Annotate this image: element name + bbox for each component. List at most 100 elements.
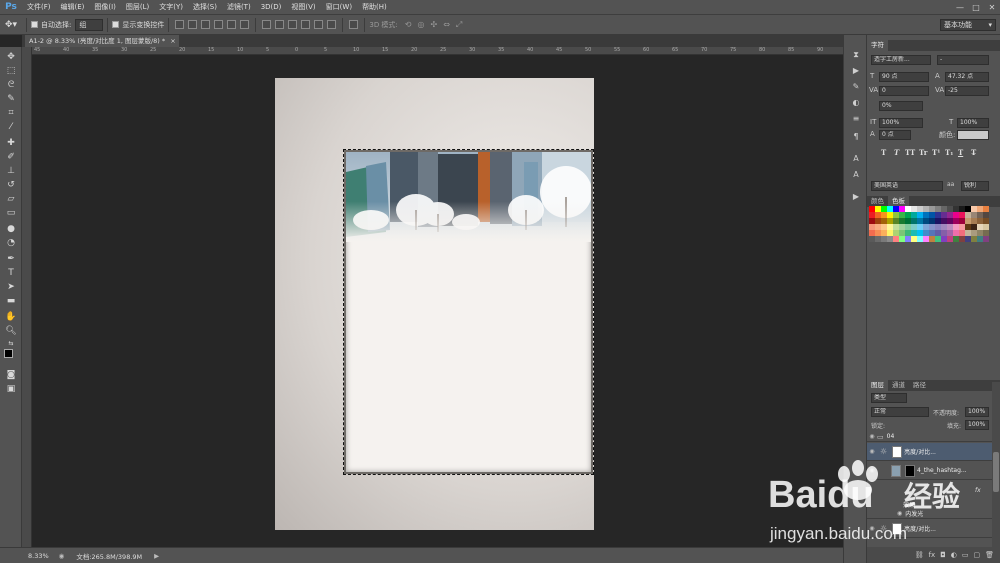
menu-window[interactable]: 窗口(W)	[321, 0, 357, 15]
healing-brush-tool-icon[interactable]: ✚	[4, 137, 18, 149]
scrollbar-thumb[interactable]	[993, 452, 999, 492]
layer-filter-select[interactable]: 类型	[871, 393, 907, 403]
document-tab[interactable]: A1-2 @ 8.33% (亮度/对比度 1, 图层蒙版/8) * ×	[25, 35, 179, 47]
tab-paths[interactable]: 路径	[909, 380, 930, 391]
effect-row[interactable]: ◉ 内发光	[867, 509, 992, 519]
foreground-color-swatch[interactable]	[4, 349, 13, 358]
3d-rotate-icon[interactable]: ⟲	[405, 20, 412, 29]
status-info-icon[interactable]: ◉	[59, 552, 65, 560]
distribute-right-button[interactable]	[327, 20, 337, 29]
3d-roll-icon[interactable]: ◎	[418, 20, 425, 29]
adjustments-panel-icon[interactable]: ◐	[850, 97, 862, 108]
quick-select-tool-icon[interactable]: ✎	[4, 93, 18, 105]
timeline-panel-icon[interactable]: ▶	[850, 191, 862, 202]
align-bottom-button[interactable]	[201, 20, 211, 29]
close-icon[interactable]: ×	[170, 37, 175, 45]
layer-row[interactable]: ◉ 4_the_hashtag...	[867, 462, 992, 480]
menu-3d[interactable]: 3D(D)	[256, 0, 287, 15]
eyedropper-tool-icon[interactable]: ⁄	[4, 121, 18, 133]
add-style-icon[interactable]: fx	[929, 551, 936, 559]
layers-scrollbar[interactable]	[992, 382, 1000, 547]
maximize-button[interactable]: □	[968, 0, 984, 15]
workspace-dropdown[interactable]: 基本功能 ▾	[940, 18, 996, 31]
move-tool-icon[interactable]: ✥	[4, 51, 18, 63]
color-swatch[interactable]	[983, 236, 989, 242]
properties-panel-icon[interactable]: ≡	[850, 113, 862, 124]
brush-tool-icon[interactable]: ✐	[4, 151, 18, 163]
superscript-button[interactable]: T¹	[932, 148, 940, 157]
vertical-scale-field[interactable]: 100%	[879, 118, 923, 128]
menu-help[interactable]: 帮助(H)	[357, 0, 392, 15]
zoom-level[interactable]: 8.33%	[28, 552, 49, 560]
menu-view[interactable]: 视图(V)	[286, 0, 320, 15]
tsume-field[interactable]: 0%	[879, 101, 923, 111]
menu-file[interactable]: 文件(F)	[22, 0, 56, 15]
new-group-icon[interactable]: ▭	[962, 551, 969, 559]
align-top-button[interactable]	[175, 20, 185, 29]
tracking-field[interactable]: -25	[945, 86, 989, 96]
faux-italic-button[interactable]: T	[894, 148, 899, 157]
align-vcenter-button[interactable]	[188, 20, 198, 29]
history-panel-icon[interactable]: ⧗	[850, 49, 862, 60]
history-brush-tool-icon[interactable]: ↺	[4, 179, 18, 191]
visibility-eye-icon[interactable]: ◉	[867, 467, 877, 474]
shape-tool-icon[interactable]: ▬	[4, 295, 18, 307]
subscript-button[interactable]: T₁	[945, 148, 953, 157]
leading-field[interactable]: 47.32 点	[945, 72, 989, 82]
new-layer-icon[interactable]: ▢	[973, 551, 980, 559]
font-size-field[interactable]: 90 点	[879, 72, 929, 82]
pen-tool-icon[interactable]: ✒	[4, 253, 18, 265]
tab-character[interactable]: 字符	[867, 40, 888, 51]
align-left-button[interactable]	[214, 20, 224, 29]
eye-icon[interactable]: ◉	[897, 510, 902, 517]
text-color-swatch[interactable]	[957, 130, 989, 140]
tool-presets-icon[interactable]: ✎	[850, 81, 862, 92]
fx-badge[interactable]: fx	[975, 487, 981, 494]
blend-mode-select[interactable]: 正常	[871, 407, 929, 417]
3d-scale-icon[interactable]: ⤢	[456, 20, 462, 30]
canvas-area[interactable]	[32, 56, 843, 547]
minimize-button[interactable]: —	[952, 0, 968, 15]
crop-tool-icon[interactable]: ⌗	[4, 107, 18, 119]
3d-pan-icon[interactable]: ✣	[430, 20, 437, 29]
quick-mask-icon[interactable]: ◙	[4, 369, 18, 381]
visibility-eye-icon[interactable]: ◉	[867, 525, 877, 532]
gradient-tool-icon[interactable]: ▭	[4, 207, 18, 219]
status-menu-arrow-icon[interactable]: ▶	[154, 552, 159, 560]
auto-select-checkbox[interactable]	[31, 21, 38, 28]
zoom-tool-icon[interactable]: 🔍︎	[4, 325, 18, 337]
tab-layers[interactable]: 图层	[867, 380, 888, 391]
link-layers-icon[interactable]: ⛓	[915, 551, 924, 559]
baseline-shift-field[interactable]: 0 点	[879, 130, 911, 140]
dodge-tool-icon[interactable]: ◔	[4, 237, 18, 249]
font-style-select[interactable]: -	[937, 55, 989, 65]
path-select-tool-icon[interactable]: ➤	[4, 281, 18, 293]
align-right-button[interactable]	[240, 20, 250, 29]
faux-bold-button[interactable]: T	[881, 148, 886, 157]
close-window-button[interactable]: ✕	[984, 0, 1000, 15]
actions-panel-icon[interactable]: ▶	[850, 65, 862, 76]
add-mask-icon[interactable]: ◘	[940, 551, 946, 559]
delete-layer-icon[interactable]: 🗑︎	[985, 551, 994, 559]
screen-mode-icon[interactable]: ▣	[4, 383, 18, 395]
menu-filter[interactable]: 滤镜(T)	[222, 0, 256, 15]
eraser-tool-icon[interactable]: ▱	[4, 193, 18, 205]
new-adjustment-icon[interactable]: ◐	[951, 551, 957, 559]
horizontal-scale-field[interactable]: 100%	[957, 118, 989, 128]
marquee-tool-icon[interactable]: ⬚	[4, 65, 18, 77]
opacity-field[interactable]: 100%	[965, 407, 989, 417]
layer-row[interactable]: ◉ ☼ 亮度/对比...	[867, 520, 992, 538]
document-canvas[interactable]	[275, 78, 594, 530]
small-caps-button[interactable]: Tr	[919, 148, 927, 157]
menu-type[interactable]: 文字(Y)	[154, 0, 188, 15]
underline-button[interactable]: T	[958, 148, 963, 157]
menu-select[interactable]: 选择(S)	[188, 0, 222, 15]
menu-image[interactable]: 图像(I)	[89, 0, 121, 15]
strikethrough-button[interactable]: T̶	[971, 148, 976, 157]
tab-channels[interactable]: 通道	[888, 380, 909, 391]
glyphs-panel-icon[interactable]: A	[850, 169, 862, 180]
distribute-top-button[interactable]	[262, 20, 272, 29]
language-select[interactable]: 美国英语	[871, 181, 943, 191]
all-caps-button[interactable]: TT	[905, 148, 915, 157]
visibility-eye-icon[interactable]: ◉	[867, 448, 877, 455]
